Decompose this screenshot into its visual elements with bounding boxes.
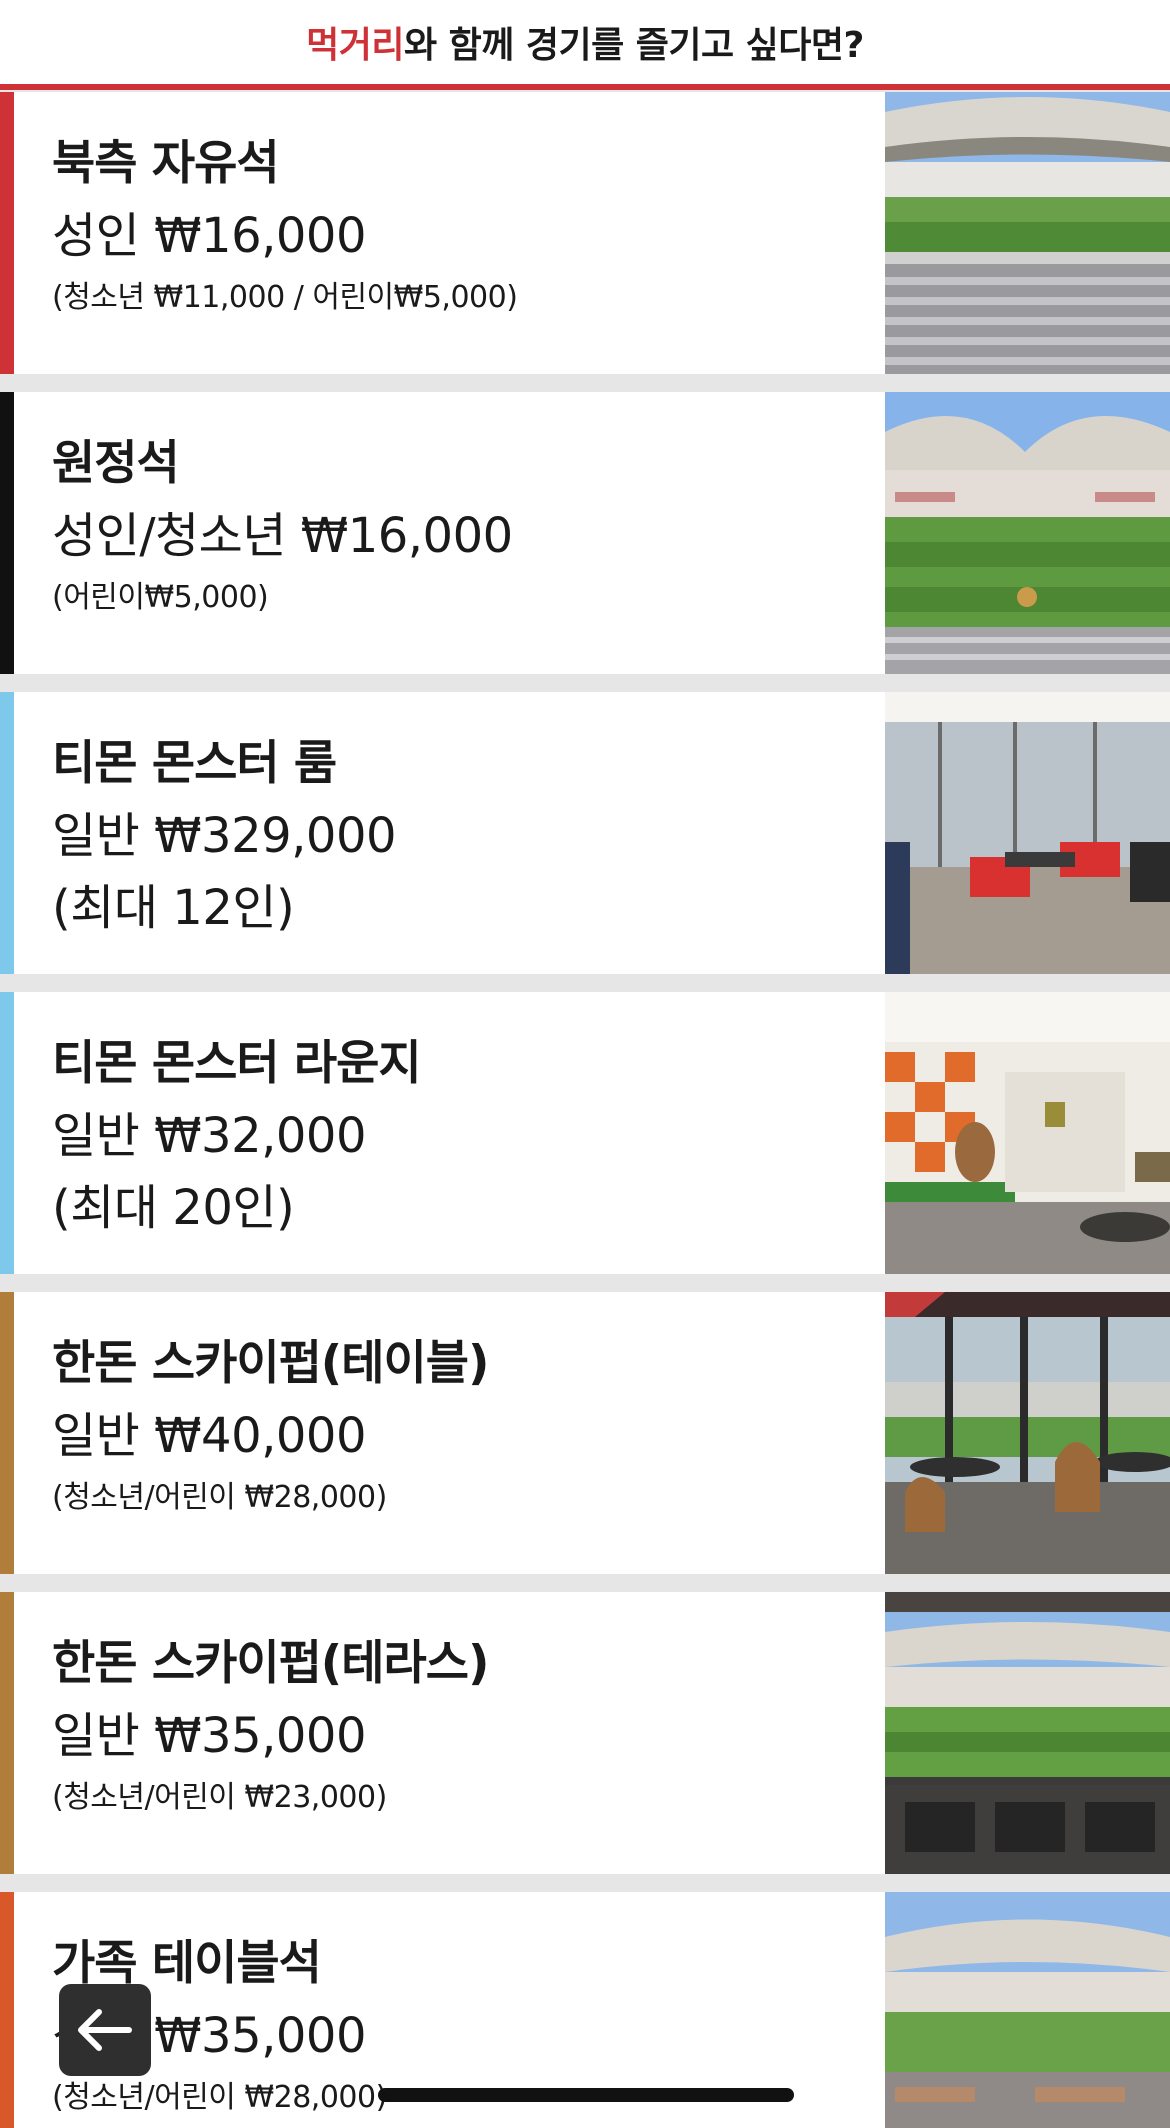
seat-card-north-free[interactable]: 북측 자유석 성인 ₩16,000 (청소년 ₩11,000 / 어린이₩5,0…	[0, 92, 1170, 374]
seat-name: 티몬 몬스터 룸	[52, 736, 337, 791]
seat-sub-price: (어린이₩5,000)	[52, 580, 269, 615]
home-indicator	[378, 2088, 794, 2102]
seat-sub-price: (청소년/어린이 ₩28,000)	[52, 2080, 387, 2115]
family-table-photo	[885, 1892, 1170, 2128]
seat-price: 성인 ₩16,000	[52, 208, 367, 264]
seat-price: 일반 ₩329,000	[52, 808, 397, 864]
seat-color-stripe	[0, 1892, 14, 2128]
seat-color-stripe	[0, 692, 14, 974]
seat-price: 일반 ₩40,000	[52, 1408, 367, 1464]
seat-price: 일반 ₩32,000	[52, 1108, 367, 1164]
skypub-terrace-photo	[885, 1592, 1170, 1874]
private-room-photo	[885, 692, 1170, 974]
seat-sub-price: (최대 12인)	[52, 880, 295, 936]
seat-name: 한돈 스카이펍(테라스)	[52, 1636, 489, 1691]
stadium-seats-photo	[885, 92, 1170, 374]
page-header: 먹거리 와 함께 경기를 즐기고 싶다면?	[0, 0, 1170, 84]
seat-sub-price: (최대 20인)	[52, 1180, 295, 1236]
seat-card-away[interactable]: 원정석 성인/청소년 ₩16,000 (어린이₩5,000)	[0, 392, 1170, 674]
seat-card-monster-room[interactable]: 티몬 몬스터 룸 일반 ₩329,000 (최대 12인)	[0, 692, 1170, 974]
lounge-photo	[885, 992, 1170, 1274]
seat-card-skypub-table[interactable]: 한돈 스카이펍(테이블) 일반 ₩40,000 (청소년/어린이 ₩28,000…	[0, 1292, 1170, 1574]
seat-sub-price: (청소년 ₩11,000 / 어린이₩5,000)	[52, 280, 518, 315]
seat-color-stripe	[0, 1592, 14, 1874]
seat-sub-price: (청소년/어린이 ₩28,000)	[52, 1480, 387, 1515]
seat-name: 가족 테이블석	[52, 1936, 322, 1991]
skypub-table-photo	[885, 1292, 1170, 1574]
back-button[interactable]	[59, 1984, 151, 2076]
arrow-left-icon	[78, 2009, 132, 2051]
seat-color-stripe	[0, 92, 14, 374]
header-divider	[0, 84, 1170, 90]
seat-name: 원정석	[52, 436, 180, 491]
seat-name: 북측 자유석	[52, 136, 280, 191]
seat-color-stripe	[0, 1292, 14, 1574]
seat-price: 일반 ₩35,000	[52, 1708, 367, 1764]
seat-sub-price: (청소년/어린이 ₩23,000)	[52, 1780, 387, 1815]
seat-name: 티몬 몬스터 라운지	[52, 1036, 422, 1091]
seat-price: 성인/청소년 ₩16,000	[52, 508, 513, 564]
seat-card-skypub-terrace[interactable]: 한돈 스카이펍(테라스) 일반 ₩35,000 (청소년/어린이 ₩23,000…	[0, 1592, 1170, 1874]
stadium-field-photo	[885, 392, 1170, 674]
seat-color-stripe	[0, 992, 14, 1274]
seat-name: 한돈 스카이펍(테이블)	[52, 1336, 489, 1391]
seat-color-stripe	[0, 392, 14, 674]
header-title: 와 함께 경기를 즐기고 싶다면?	[403, 25, 864, 66]
header-accent: 먹거리	[306, 25, 404, 66]
seat-card-monster-lounge[interactable]: 티몬 몬스터 라운지 일반 ₩32,000 (최대 20인)	[0, 992, 1170, 1274]
